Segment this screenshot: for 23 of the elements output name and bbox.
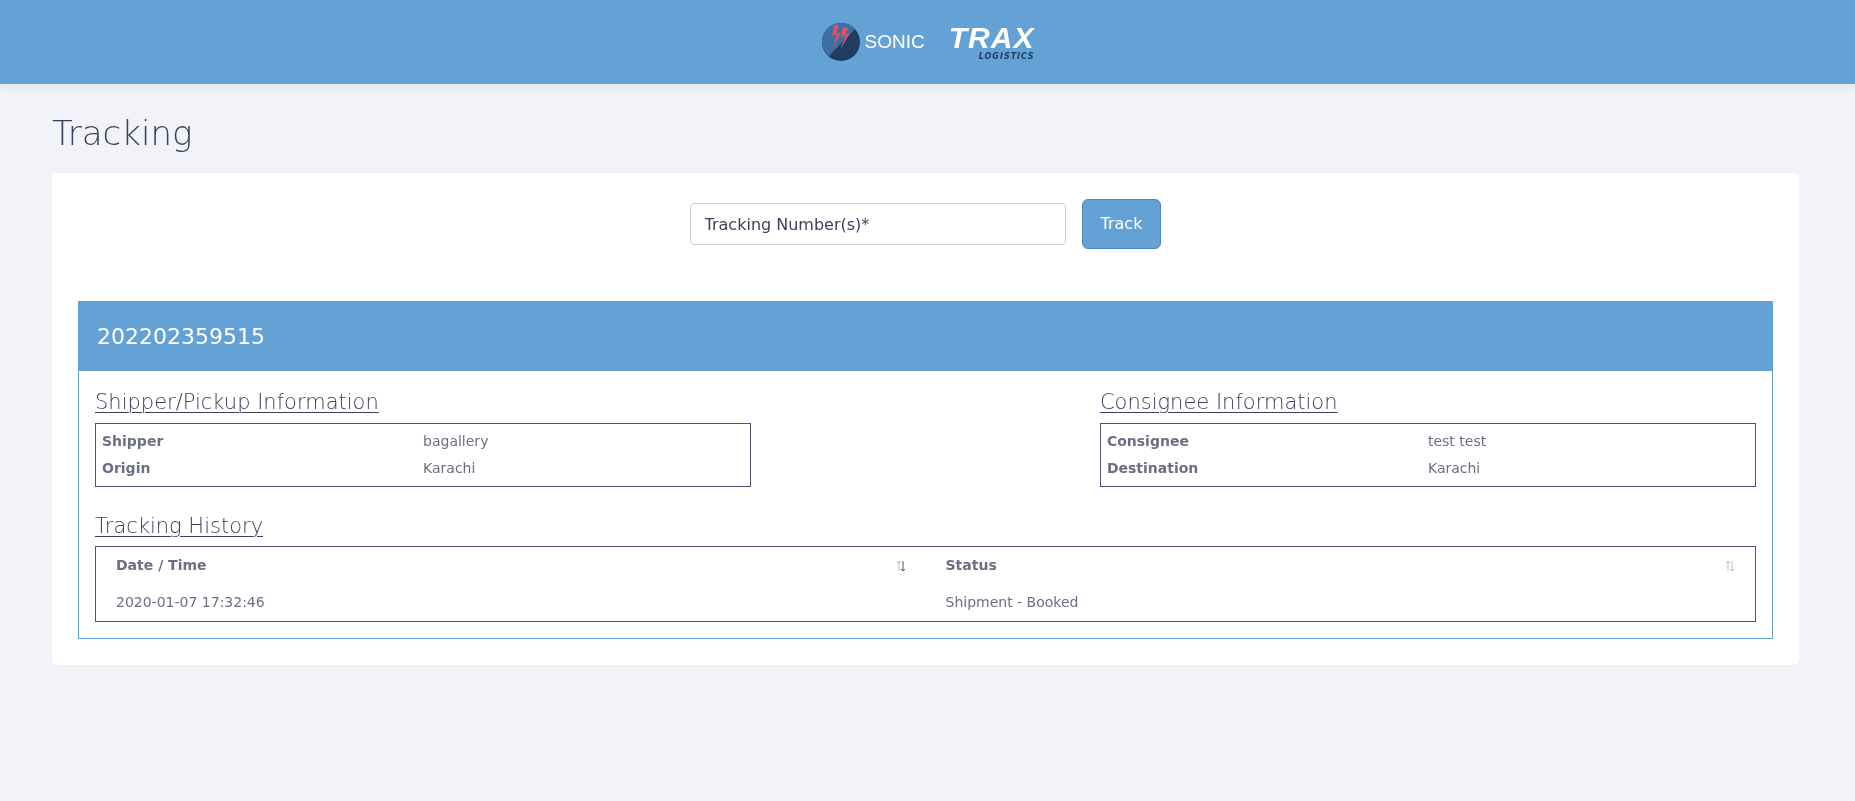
track-button[interactable]: Track: [1081, 199, 1162, 249]
section-title: Consignee Information: [1099, 389, 1339, 416]
field-value: Karachi: [1427, 458, 1482, 478]
field-label: Origin: [102, 458, 152, 478]
logo-text: SONIC: [864, 29, 925, 54]
section-title: Shipper/Pickup Information: [95, 389, 380, 416]
field-label: Shipper: [102, 431, 165, 451]
table-cell-text: Shipment - Booked: [944, 593, 1080, 612]
section-title: Tracking History: [95, 512, 265, 540]
field-value: test test: [1427, 431, 1488, 451]
field-label: Destination: [1106, 458, 1200, 478]
field-value: bagallery: [423, 431, 490, 451]
logo-text: TRAX: [948, 23, 1035, 53]
field-value: Karachi: [423, 458, 477, 478]
field-label: Consignee: [1106, 427, 1428, 455]
column-header[interactable]: Status: [945, 555, 997, 576]
lightning-logo-icon: [820, 22, 861, 62]
table-cell-text: 2020-01-07 17:32:46: [115, 593, 266, 612]
column-header[interactable]: Date / Time: [116, 555, 207, 576]
tracking-number-header: 202202359515: [79, 302, 1772, 371]
page-title: Tracking: [52, 112, 194, 155]
logo-subtext: LOGISTICS: [978, 53, 1035, 61]
tracking-number-field[interactable]: Tracking Number(s)*: [689, 203, 1066, 245]
